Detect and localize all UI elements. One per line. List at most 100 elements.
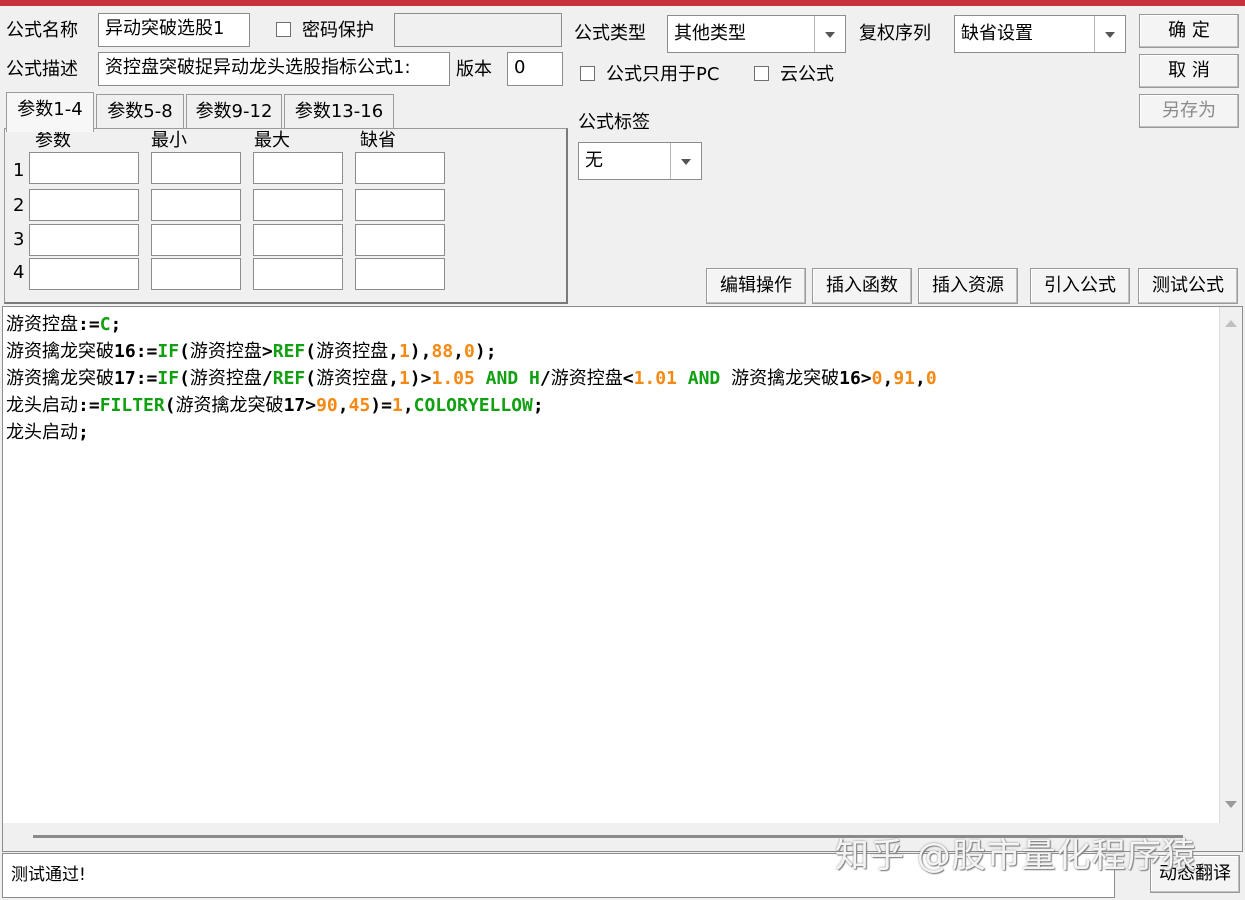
code-token: ,	[402, 395, 414, 416]
rights-select[interactable]: 缺省设置	[954, 15, 1126, 53]
code-token: 游资控盘	[550, 368, 623, 389]
code-token: 游资控盘	[6, 314, 78, 335]
formula-desc-label: 公式描述	[6, 59, 78, 80]
tab-params-13-16[interactable]: 参数13-16	[284, 94, 394, 128]
code-token: 游资控盘	[316, 341, 389, 362]
param-3-max-input[interactable]	[253, 224, 343, 256]
param-3-default-input[interactable]	[355, 224, 445, 256]
code-token: 游资控盘	[189, 368, 262, 389]
chevron-down-icon[interactable]	[1094, 16, 1125, 52]
code-token: 17>	[283, 395, 317, 416]
code-text[interactable]: 游资控盘:=C; 游资擒龙突破16:=IF(游资控盘>REF(游资控盘,1),8…	[6, 311, 937, 446]
code-token: /	[539, 368, 551, 389]
code-token: 16	[114, 341, 136, 362]
code-editor[interactable]: 游资控盘:=C; 游资擒龙突破16:=IF(游资控盘>REF(游资控盘,1),8…	[2, 306, 1243, 852]
chevron-down-icon[interactable]	[670, 143, 701, 179]
code-token: )=	[370, 395, 392, 416]
vertical-scrollbar[interactable]	[1219, 307, 1242, 823]
code-token: );	[474, 341, 497, 362]
code-token: 1	[398, 341, 410, 362]
code-token: ,	[337, 395, 349, 416]
rights-label: 复权序列	[859, 23, 931, 44]
rights-value: 缺省设置	[961, 23, 1033, 44]
import-formula-button[interactable]: 引入公式	[1030, 268, 1130, 304]
param-2-name-input[interactable]	[29, 189, 139, 221]
code-token: IF	[157, 341, 180, 362]
status-text: 测试通过!	[11, 865, 86, 885]
param-4-name-input[interactable]	[29, 258, 139, 290]
cancel-button[interactable]: 取 消	[1139, 54, 1239, 88]
param-4-default-input[interactable]	[355, 258, 445, 290]
version-input[interactable]: 0	[507, 52, 563, 86]
code-token: ;	[78, 422, 89, 443]
code-token: 游资擒龙突破	[6, 368, 114, 389]
param-1-name-input[interactable]	[29, 152, 139, 184]
code-token: REF	[272, 341, 306, 362]
code-token: IF	[157, 368, 180, 389]
code-token: 龙头启动	[6, 395, 78, 416]
param-2-default-input[interactable]	[355, 189, 445, 221]
param-header-max: 最大	[254, 130, 290, 151]
edit-ops-button[interactable]: 编辑操作	[706, 268, 806, 304]
code-token: >	[261, 341, 273, 362]
tab-params-9-12[interactable]: 参数9-12	[186, 94, 282, 128]
param-row-number: 3	[13, 229, 25, 250]
param-1-default-input[interactable]	[355, 152, 445, 184]
tab-params-1-4[interactable]: 参数1-4	[6, 92, 94, 132]
code-token: 91	[893, 368, 915, 389]
cloud-label: 云公式	[780, 64, 834, 85]
param-3-min-input[interactable]	[151, 224, 241, 256]
code-token: /	[261, 368, 273, 389]
formula-type-value: 其他类型	[674, 23, 746, 44]
code-token: ,	[388, 368, 399, 389]
tab-params-5-8[interactable]: 参数5-8	[96, 94, 184, 128]
window-title-accent	[0, 0, 1245, 6]
param-2-min-input[interactable]	[151, 189, 241, 221]
code-token: REF	[272, 368, 306, 389]
test-formula-button[interactable]: 测试公式	[1138, 268, 1238, 304]
code-token: 90	[316, 395, 338, 416]
code-token: 0	[925, 368, 937, 389]
insert-resource-button[interactable]: 插入资源	[918, 268, 1018, 304]
code-token: ,	[388, 341, 399, 362]
param-row-number: 1	[13, 160, 25, 181]
code-token: 45	[348, 395, 371, 416]
param-1-min-input[interactable]	[151, 152, 241, 184]
param-4-min-input[interactable]	[151, 258, 241, 290]
cloud-checkbox[interactable]	[754, 66, 769, 81]
pc-only-checkbox[interactable]	[580, 66, 595, 81]
formula-type-select[interactable]: 其他类型	[667, 15, 846, 53]
code-token: 0	[871, 368, 883, 389]
scroll-up-arrow-icon	[1225, 320, 1237, 327]
password-input[interactable]	[394, 13, 562, 47]
code-token: COLORYELLOW	[413, 395, 533, 416]
save-as-button[interactable]: 另存为	[1139, 94, 1239, 128]
param-row-number: 2	[13, 195, 25, 216]
code-token: :=	[135, 368, 158, 389]
param-2-max-input[interactable]	[253, 189, 343, 221]
insert-function-button[interactable]: 插入函数	[812, 268, 912, 304]
code-token: (	[305, 341, 317, 362]
code-token: <	[622, 368, 634, 389]
code-token: (	[179, 368, 190, 389]
code-token: )>	[409, 368, 432, 389]
formula-name-label: 公式名称	[6, 20, 78, 41]
code-token: ),	[409, 341, 432, 362]
code-token: AND	[474, 368, 530, 389]
code-token: H	[529, 368, 540, 389]
param-3-name-input[interactable]	[29, 224, 139, 256]
code-token: 16>	[839, 368, 872, 389]
password-checkbox[interactable]	[276, 22, 291, 37]
chevron-down-icon[interactable]	[814, 16, 845, 52]
code-token: (	[179, 341, 190, 362]
formula-name-input[interactable]: 异动突破选股1	[98, 13, 250, 47]
tag-label: 公式标签	[578, 112, 650, 133]
scroll-down-arrow-icon	[1225, 801, 1237, 808]
formula-desc-input[interactable]: 资控盘突破捉异动龙头选股指标公式1:	[98, 52, 450, 86]
code-token: 游资擒龙突破	[175, 395, 284, 416]
param-1-max-input[interactable]	[253, 152, 343, 184]
code-token: 游资控盘	[316, 368, 389, 389]
param-4-max-input[interactable]	[253, 258, 343, 290]
tag-select[interactable]: 无	[578, 142, 702, 180]
ok-button[interactable]: 确 定	[1139, 14, 1239, 48]
